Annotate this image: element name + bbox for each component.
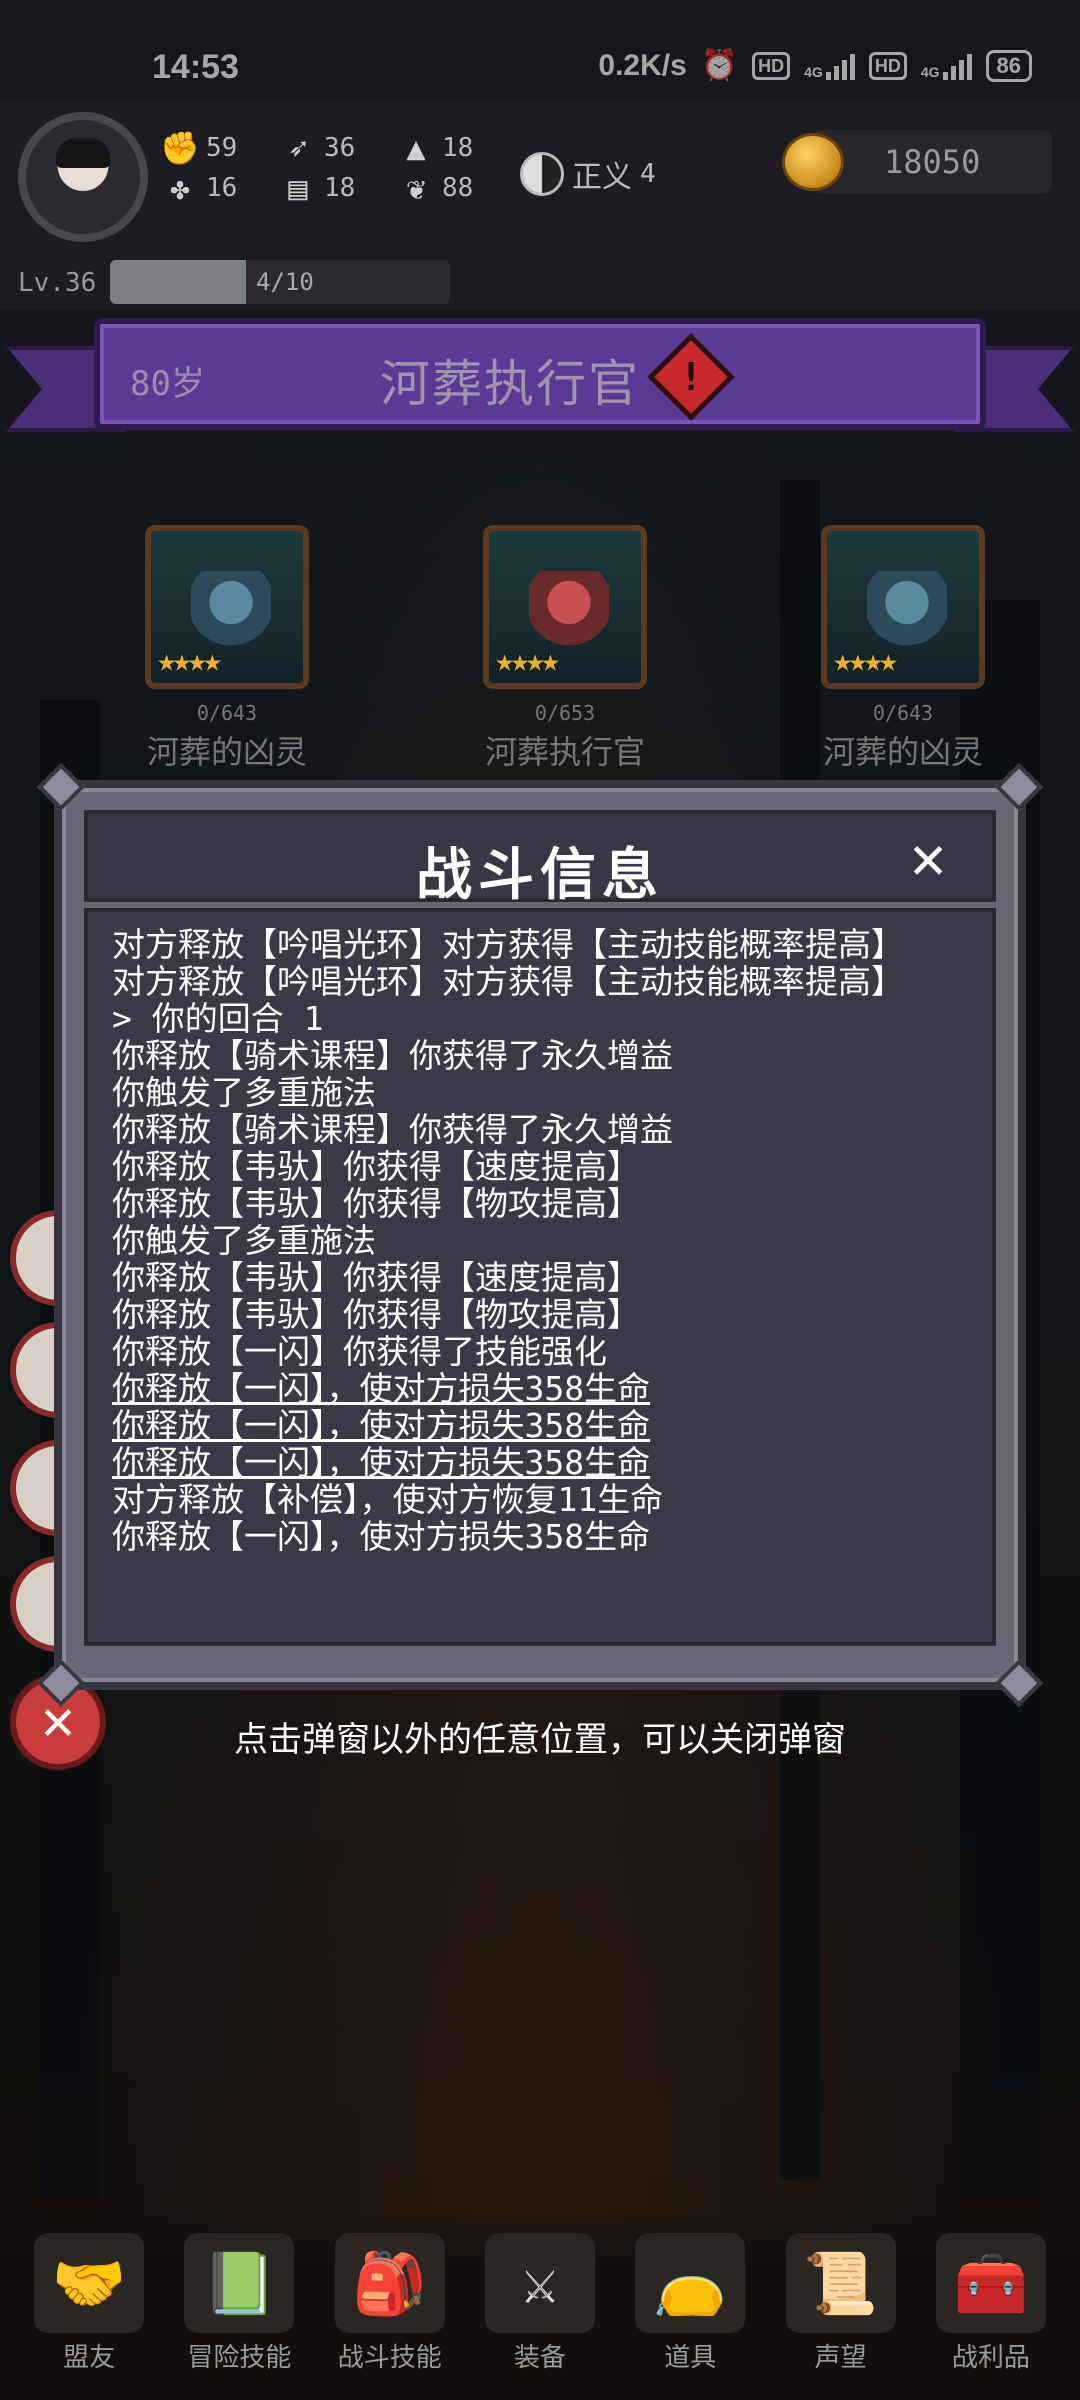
- enemy-hp: 0/643: [196, 701, 258, 725]
- enemy-card[interactable]: ★★★★ 0/643 河葬的凶灵: [142, 525, 312, 773]
- nav-item-3[interactable]: 🎒 战斗技能: [320, 2215, 460, 2400]
- log-line: 你释放【韦驮】你获得【物攻提高】: [112, 1184, 640, 1223]
- log-line: 你释放【一闪】，使对方损失358生命: [112, 1443, 651, 1482]
- log-line: > 你的回合 1: [112, 999, 324, 1038]
- enemy-card[interactable]: ★★★★ 0/653 河葬执行官: [480, 525, 650, 773]
- enemy-hp: 0/653: [534, 701, 596, 725]
- log-line: 你释放【骑术课程】你获得了永久增益: [112, 1110, 673, 1149]
- nav-label: 道具: [664, 2343, 717, 2373]
- alignment: 正义 4: [520, 152, 656, 196]
- nav-label: 盟友: [63, 2343, 116, 2373]
- battle-info-modal: 战斗信息 ✕ 对方释放【吟唱光环】对方获得【主动技能概率提高】 对方释放【吟唱光环…: [36, 762, 1044, 1708]
- avatar[interactable]: [18, 112, 148, 242]
- leaf-icon: ❦: [406, 169, 426, 207]
- warning-icon[interactable]: !: [647, 333, 735, 421]
- nav-item-4[interactable]: ⚔ 装备: [470, 2215, 610, 2400]
- log-line: 对方释放【吟唱光环】对方获得【主动技能概率提高】: [112, 925, 904, 964]
- gold-coin-icon: [782, 133, 844, 191]
- nav-item-2[interactable]: 📗 冒险技能: [169, 2215, 309, 2400]
- player-header: ✊ 59 ➶ 36 ▲ 18 ✤ 16 ▤ 18 ❦ 88 正义 4 18050 Lv.36…: [0, 100, 1080, 310]
- nav-label: 战斗技能: [337, 2343, 442, 2373]
- log-line: 你释放【一闪】，使对方损失358生命: [112, 1406, 651, 1445]
- xp-bar-fill: [110, 260, 246, 304]
- scroll-icon: 📜: [785, 2233, 896, 2333]
- enemy-name: 河葬的凶灵: [146, 733, 307, 771]
- enemy-hp: 0/643: [872, 701, 934, 725]
- log-line: 你释放【一闪】，使对方损失358生命: [112, 1369, 651, 1408]
- log-line: 对方释放【补偿】，使对方恢复11生命: [112, 1480, 664, 1519]
- stat-luck: ✤ 16: [160, 170, 237, 206]
- xp-bar: 4/10: [110, 260, 450, 304]
- yin-yang-icon: [520, 152, 564, 196]
- battle-log[interactable]: 对方释放【吟唱光环】对方获得【主动技能概率提高】 对方释放【吟唱光环】对方获得【主…: [84, 908, 996, 1646]
- modal-title: 战斗信息: [416, 843, 664, 908]
- pouch-icon: 👝: [635, 2233, 746, 2333]
- spellbook-icon: 📗: [184, 2233, 295, 2333]
- close-icon[interactable]: ✕: [876, 822, 980, 894]
- gold-counter: 18050: [782, 130, 1052, 194]
- stat-magic: ▲ 18: [396, 130, 473, 166]
- bottom-nav: 🤝 盟友 📗 冒险技能 🎒 战斗技能 ⚔ 装备 👝 道具 📜 声望 🧰 战利品: [0, 2215, 1080, 2400]
- nav-label: 装备: [513, 2343, 566, 2373]
- arrow-icon: ➶: [288, 129, 308, 167]
- enemy-portrait: ★★★★: [483, 525, 647, 689]
- log-line: 你释放【韦驮】你获得【速度提高】: [112, 1147, 640, 1186]
- stat-spirit: ❦ 88: [396, 170, 473, 206]
- crossed-swords-icon: ⚔: [484, 2233, 595, 2333]
- log-line: 你触发了多重施法: [112, 1073, 376, 1112]
- player-level: Lv.36: [18, 268, 97, 298]
- handshake-icon: 🤝: [34, 2233, 145, 2333]
- star-rating: ★★★★: [495, 641, 560, 679]
- modal-header: 战斗信息 ✕: [84, 810, 996, 908]
- encounter-banner: 80岁 河葬执行官 !: [0, 318, 1080, 448]
- nav-item-5[interactable]: 👝 道具: [620, 2215, 760, 2400]
- enemy-portrait: ★★★★: [821, 525, 985, 689]
- nav-item-1[interactable]: 🤝 盟友: [19, 2215, 159, 2400]
- enemy-name: 河葬的凶灵: [822, 733, 983, 771]
- nav-item-6[interactable]: 📜 声望: [771, 2215, 911, 2400]
- nav-label: 冒险技能: [187, 2343, 292, 2373]
- log-line: 你释放【一闪】，使对方损失358生命: [112, 1517, 651, 1556]
- log-line: 你触发了多重施法: [112, 1221, 376, 1260]
- fist-icon: ✊: [160, 129, 200, 167]
- star-rating: ★★★★: [833, 641, 898, 679]
- close-hint: 点击弹窗以外的任意位置，可以关闭弹窗: [234, 1720, 846, 1760]
- backpack-icon: 🎒: [334, 2233, 445, 2333]
- book-icon: ▤: [288, 169, 308, 207]
- nav-label: 声望: [814, 2343, 867, 2373]
- encounter-title: 河葬执行官: [380, 355, 640, 413]
- nav-label: 战利品: [951, 2343, 1030, 2373]
- enemy-portrait: ★★★★: [145, 525, 309, 689]
- wizard-hat-icon: ▲: [406, 129, 426, 167]
- enemy-name: 河葬执行官: [484, 733, 645, 771]
- stat-intellect: ▤ 18: [278, 170, 355, 206]
- nav-item-7[interactable]: 🧰 战利品: [921, 2215, 1061, 2400]
- banner-body: 80岁 河葬执行官 !: [94, 318, 986, 430]
- log-line: 你释放【韦驮】你获得【速度提高】: [112, 1258, 640, 1297]
- treasure-chest-icon: 🧰: [935, 2233, 1046, 2333]
- log-line: 你释放【骑术课程】你获得了永久增益: [112, 1036, 673, 1075]
- clover-icon: ✤: [170, 169, 190, 207]
- log-line: 你释放【一闪】你获得了技能强化: [112, 1332, 607, 1371]
- log-line: 对方释放【吟唱光环】对方获得【主动技能概率提高】: [112, 962, 904, 1001]
- star-rating: ★★★★: [157, 641, 222, 679]
- enemy-card[interactable]: ★★★★ 0/643 河葬的凶灵: [818, 525, 988, 773]
- stat-strength: ✊ 59: [160, 129, 238, 167]
- stat-agility: ➶ 36: [278, 130, 355, 166]
- log-line: 你释放【韦驮】你获得【物攻提高】: [112, 1295, 640, 1334]
- character-age: 80岁: [130, 364, 205, 404]
